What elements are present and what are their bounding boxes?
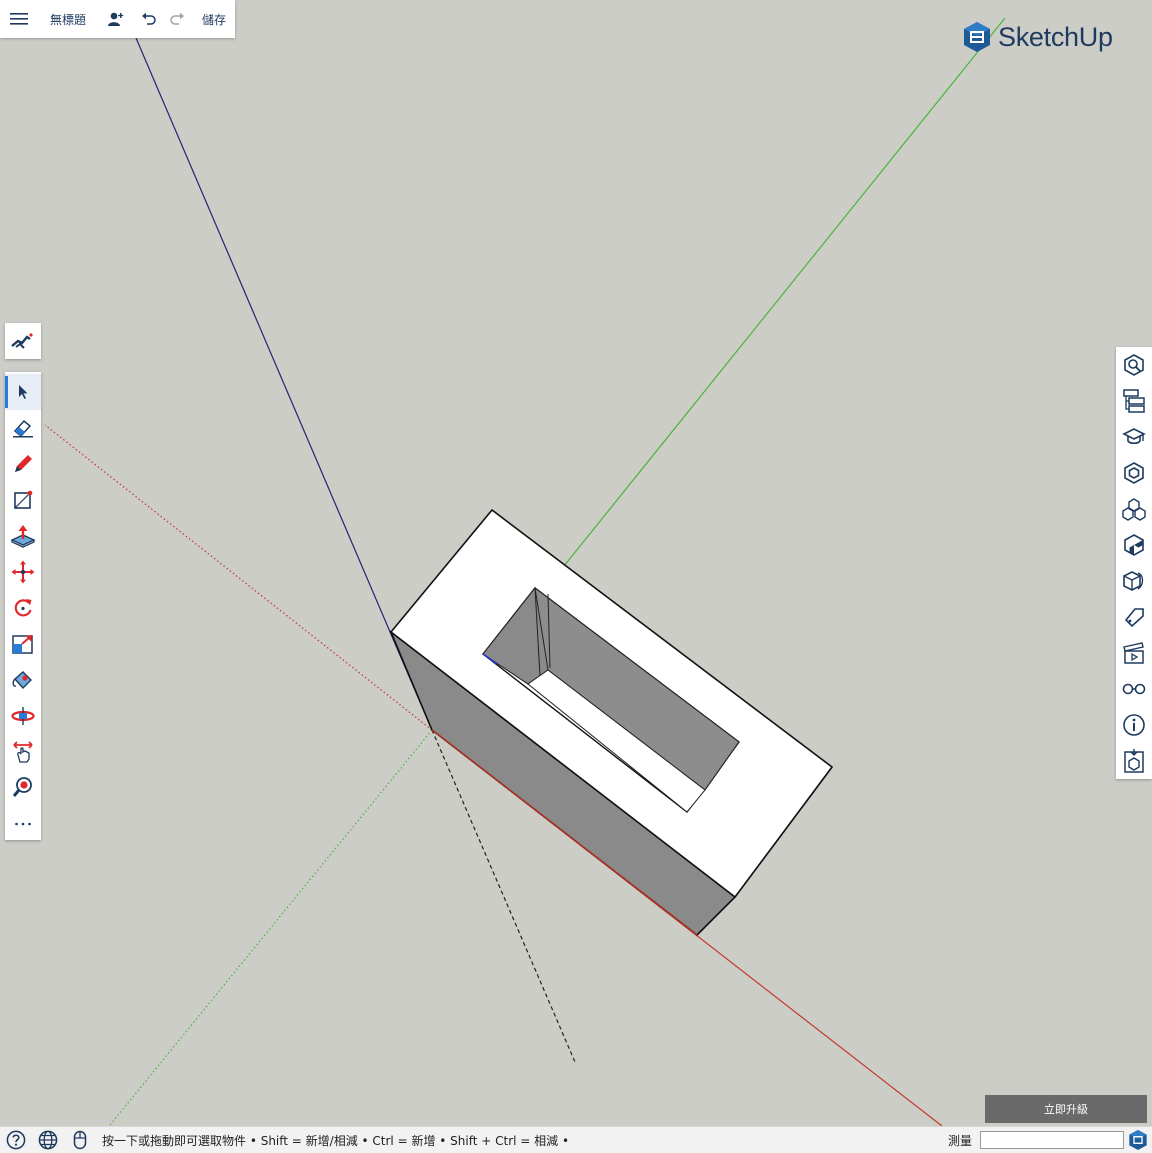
move-icon	[11, 560, 35, 584]
instructor-icon	[1122, 428, 1146, 445]
orbit-icon	[11, 707, 35, 725]
3d-warehouse-button[interactable]	[1116, 743, 1152, 779]
pan-hand-icon	[13, 741, 33, 763]
tags-button[interactable]	[1116, 491, 1152, 527]
instructor-button[interactable]	[1116, 419, 1152, 455]
eraser-tool-button[interactable]	[5, 410, 41, 446]
box-model[interactable]	[389, 508, 834, 936]
undo-icon	[142, 12, 156, 25]
push-pull-tool-button[interactable]	[5, 518, 41, 554]
styles-icon	[1123, 571, 1144, 591]
tag-button[interactable]	[1116, 599, 1152, 635]
undo-button[interactable]	[138, 0, 160, 38]
materials-button[interactable]	[1116, 527, 1152, 563]
rectangle-tool-button[interactable]	[5, 482, 41, 518]
model-info-button[interactable]	[1116, 707, 1152, 743]
red-axis-dashed	[44, 424, 433, 731]
measurements-label: 測量	[948, 1133, 973, 1148]
search-tools-button[interactable]	[5, 323, 41, 359]
sketchup-logo: SketchUp	[962, 20, 1113, 54]
help-button[interactable]	[4, 1127, 28, 1153]
mouse-icon	[73, 1130, 87, 1150]
paint-bucket-tool-button[interactable]	[5, 662, 41, 698]
redo-button[interactable]	[166, 0, 188, 38]
components-icon	[1124, 462, 1144, 484]
pan-tool-button[interactable]	[5, 734, 41, 770]
help-icon	[6, 1130, 26, 1150]
blue-axis-line	[135, 37, 433, 731]
move-tool-button[interactable]	[5, 554, 41, 590]
search-tools-icon	[11, 333, 33, 349]
scenes-button[interactable]	[1116, 635, 1152, 671]
eraser-icon	[13, 419, 33, 438]
left-toolbar	[5, 372, 41, 840]
entity-info-button[interactable]	[1116, 347, 1152, 383]
globe-icon	[38, 1130, 58, 1150]
tag-icon	[1124, 608, 1144, 628]
paint-bucket-icon	[12, 671, 32, 690]
rotate-tool-button[interactable]	[5, 590, 41, 626]
warehouse-icon	[1124, 749, 1144, 773]
right-panel-toolbar	[1116, 347, 1152, 779]
materials-icon	[1124, 534, 1144, 556]
orbit-tool-button[interactable]	[5, 698, 41, 734]
sketchup-small-logo	[1126, 1127, 1150, 1153]
language-button[interactable]	[36, 1127, 60, 1153]
rotate-icon	[14, 599, 32, 617]
info-icon	[1123, 714, 1145, 736]
redo-icon	[170, 12, 184, 25]
select-arrow-icon	[19, 385, 28, 399]
select-tool-button[interactable]	[5, 374, 41, 410]
measurements-input[interactable]	[980, 1131, 1124, 1149]
brand-name: SketchUp	[998, 21, 1113, 52]
styles-button[interactable]	[1116, 563, 1152, 599]
sketchup-logo-icon	[964, 22, 990, 52]
entity-info-icon	[1124, 354, 1144, 376]
display-button[interactable]	[1116, 671, 1152, 707]
hamburger-icon	[10, 13, 28, 25]
3d-viewport[interactable]	[0, 0, 1152, 1152]
save-button[interactable]: 儲存	[196, 0, 232, 38]
status-bar: 按一下或拖動即可選取物件 • Shift = 新增/相減 • Ctrl = 新增…	[0, 1126, 1152, 1153]
zoom-icon	[12, 777, 32, 797]
components-button[interactable]	[1116, 455, 1152, 491]
document-title[interactable]: 無標題	[44, 0, 92, 38]
mouse-settings-button[interactable]	[68, 1127, 92, 1153]
add-user-button[interactable]	[104, 0, 128, 38]
sketchup-logo-small-icon	[1129, 1130, 1147, 1150]
pencil-icon	[15, 455, 32, 472]
upgrade-now-button[interactable]: 立即升級	[985, 1095, 1147, 1123]
green-axis-dashed	[109, 729, 433, 1126]
search-tools-panel	[5, 323, 41, 359]
scale-tool-button[interactable]	[5, 626, 41, 662]
pencil-tool-button[interactable]	[5, 446, 41, 482]
zoom-tool-button[interactable]	[5, 770, 41, 806]
more-dots-icon	[15, 822, 31, 826]
outliner-button[interactable]	[1116, 383, 1152, 419]
add-user-icon	[108, 12, 124, 26]
main-menu-button[interactable]	[6, 0, 32, 38]
more-tools-button[interactable]	[5, 806, 41, 842]
glasses-icon	[1122, 683, 1146, 695]
scale-icon	[12, 635, 33, 654]
status-hint-text: 按一下或拖動即可選取物件 • Shift = 新增/相減 • Ctrl = 新增…	[102, 1133, 570, 1148]
push-pull-icon	[10, 525, 36, 548]
rectangle-icon	[14, 490, 33, 509]
tags-icon	[1122, 498, 1146, 521]
outliner-icon	[1123, 389, 1145, 413]
top-app-bar: 無標題 儲存	[0, 0, 235, 38]
scenes-icon	[1123, 642, 1144, 664]
